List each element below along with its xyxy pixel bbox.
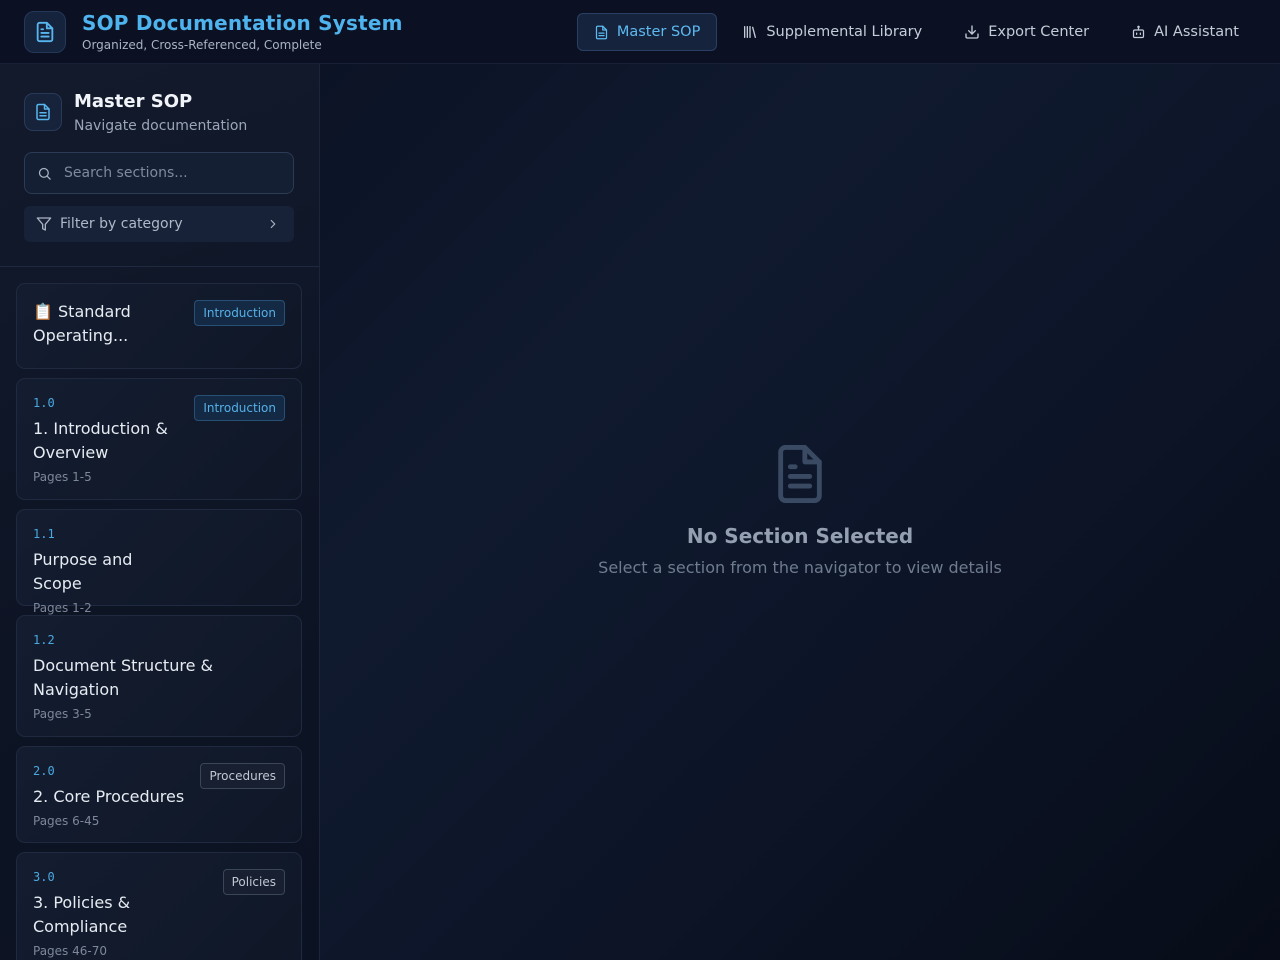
- top-nav: Master SOP Supplemental Library Export C…: [576, 13, 1256, 51]
- download-icon: [965, 25, 979, 39]
- category-badge: Procedures: [200, 763, 285, 789]
- document-icon: [24, 93, 62, 131]
- nav-export-center-button[interactable]: Export Center: [947, 13, 1106, 51]
- section-title: Document Structure & Navigation: [33, 656, 213, 699]
- sidebar-header: Master SOP Navigate documentation Filter…: [0, 64, 319, 267]
- section-pages: Pages 3-5: [33, 707, 92, 721]
- section-title: 1. Introduction & Overview: [33, 419, 168, 462]
- section-number: 1.1: [33, 527, 55, 541]
- section-list: 📋 Standard Operating... Introduction 1.0…: [16, 283, 302, 960]
- nav-label: Supplemental Library: [766, 24, 923, 40]
- nav-ai-assistant-button[interactable]: AI Assistant: [1114, 13, 1256, 51]
- section-number: 1.2: [33, 633, 55, 647]
- search-input[interactable]: [64, 165, 274, 181]
- empty-state-title: No Section Selected: [686, 524, 914, 548]
- section-item[interactable]: 1.1 Purpose and Scope Pages 1-2: [16, 509, 302, 615]
- app: SOP Documentation System Organized, Cros…: [0, 0, 1280, 960]
- section-pages: Pages 1-2: [33, 601, 92, 615]
- section-item[interactable]: 1.0 1. Introduction & Overview Pages 1-5…: [16, 378, 302, 500]
- nav-label: AI Assistant: [1154, 24, 1239, 40]
- category-badge: Introduction: [194, 395, 285, 421]
- nav-supplemental-library-button[interactable]: Supplemental Library: [725, 13, 939, 51]
- library-icon: [744, 26, 757, 38]
- top-header: SOP Documentation System Organized, Cros…: [0, 0, 1280, 64]
- section-pages: Pages 46-70: [33, 944, 107, 958]
- search-box: [24, 152, 294, 194]
- main-content: No Section Selected Select a section fro…: [320, 64, 1280, 960]
- filter-icon: [36, 217, 52, 231]
- sidebar: Master SOP Navigate documentation Filter…: [0, 64, 320, 960]
- section-item[interactable]: 1.2 Document Structure & Navigation Page…: [16, 615, 302, 737]
- section-item[interactable]: 📋 Standard Operating... Introduction: [16, 283, 302, 369]
- section-title: Purpose and Scope: [33, 550, 133, 593]
- bot-icon: [1133, 25, 1145, 38]
- category-badge: Introduction: [194, 300, 285, 326]
- document-icon: [24, 11, 66, 53]
- section-title: 3. Policies & Compliance: [33, 893, 131, 936]
- nav-label: Master SOP: [616, 24, 701, 40]
- filter-by-category-button[interactable]: Filter by category: [24, 206, 294, 242]
- section-pages: Pages 1-5: [33, 470, 92, 484]
- section-item[interactable]: 2.0 2. Core Procedures Pages 6-45 Proced…: [16, 746, 302, 843]
- section-pages: Pages 6-45: [33, 814, 100, 828]
- search-icon: [38, 167, 51, 180]
- empty-state-subtitle: Select a section from the navigator to v…: [598, 558, 1002, 577]
- sidebar-subtitle: Navigate documentation: [74, 118, 248, 134]
- nav-master-sop-button[interactable]: Master SOP: [576, 13, 718, 51]
- chevron-right-icon: [270, 219, 276, 229]
- sidebar-title: Master SOP: [74, 91, 193, 112]
- section-item[interactable]: 3.0 3. Policies & Compliance Pages 46-70…: [16, 852, 302, 960]
- empty-state: No Section Selected Select a section fro…: [320, 442, 1280, 577]
- category-badge: Policies: [222, 869, 285, 895]
- app-title: SOP Documentation System: [82, 11, 403, 35]
- nav-label: Export Center: [988, 24, 1090, 40]
- app-subtitle: Organized, Cross-Referenced, Complete: [82, 38, 322, 52]
- document-icon: [595, 25, 607, 39]
- filter-label: Filter by category: [60, 216, 183, 232]
- file-text-icon: [320, 442, 1280, 506]
